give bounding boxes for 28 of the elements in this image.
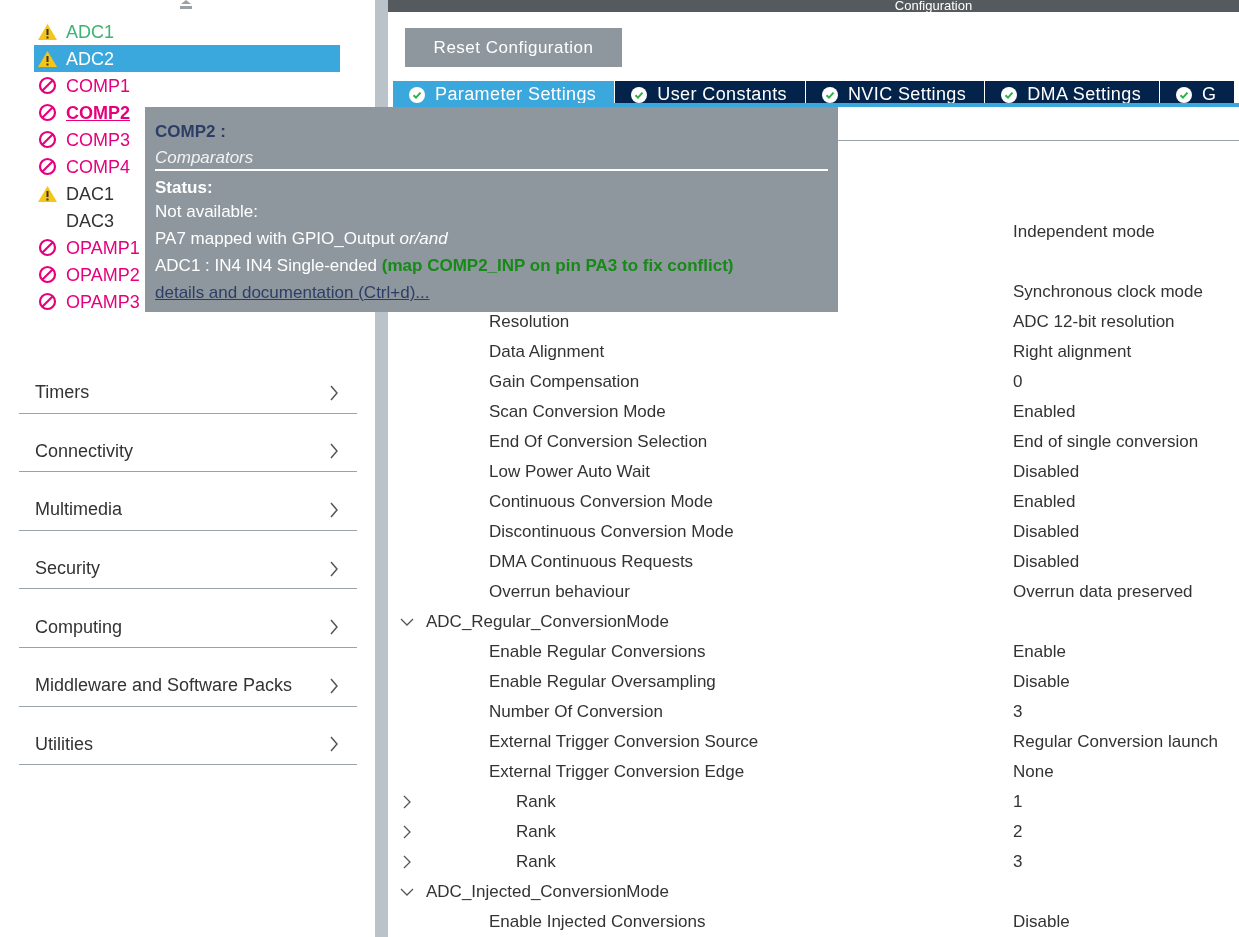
parameter-label: DMA Continuous Requests	[489, 552, 694, 572]
parameter-label: Resolution	[489, 312, 570, 332]
parameter-label: Low Power Auto Wait	[489, 462, 650, 482]
tooltip-subtitle: Comparators	[155, 145, 828, 171]
panel-title: Configuration	[894, 0, 973, 12]
parameter-label: Number Of Conversion	[489, 702, 663, 722]
parameter-label: Gain Compensation	[489, 372, 640, 392]
parameter-label: External Trigger Conversion Source	[489, 732, 759, 752]
parameter-label: Overrun behaviour	[489, 582, 630, 602]
parameter-label: Enable Injected Conversions	[489, 912, 706, 932]
parameter-label: Rank	[516, 852, 556, 872]
group-label: ADC_Regular_ConversionMode	[426, 612, 669, 632]
tooltip-title: COMP2 :	[155, 121, 227, 143]
parameter-label: Scan Conversion Mode	[489, 402, 666, 422]
parameter-label: Rank	[516, 822, 556, 842]
status-text: ADC1 : IN4 IN4 Single-ended (map COMP2_INP on pin PA3 to fix conflict)	[155, 255, 735, 277]
parameter-label: Data Alignment	[489, 342, 605, 362]
parameter-label: Discontinuous Conversion Mode	[489, 522, 734, 542]
status-heading: Status:	[155, 177, 214, 199]
parameter-label: Enable Regular Conversions	[489, 642, 706, 662]
group-label: ADC_Injected_ConversionMode	[426, 882, 669, 902]
status-text: Not available:	[155, 201, 259, 223]
parameter-label: External Trigger Conversion Edge	[489, 762, 745, 782]
parameter-label: Rank	[516, 792, 556, 812]
status-text: PA7 mapped with GPIO_Output or/and	[155, 228, 449, 250]
parameter-label: Continuous Conversion Mode	[489, 492, 713, 512]
parameter-label: End Of Conversion Selection	[489, 432, 708, 452]
parameter-label: Enable Regular Oversampling	[489, 672, 716, 692]
